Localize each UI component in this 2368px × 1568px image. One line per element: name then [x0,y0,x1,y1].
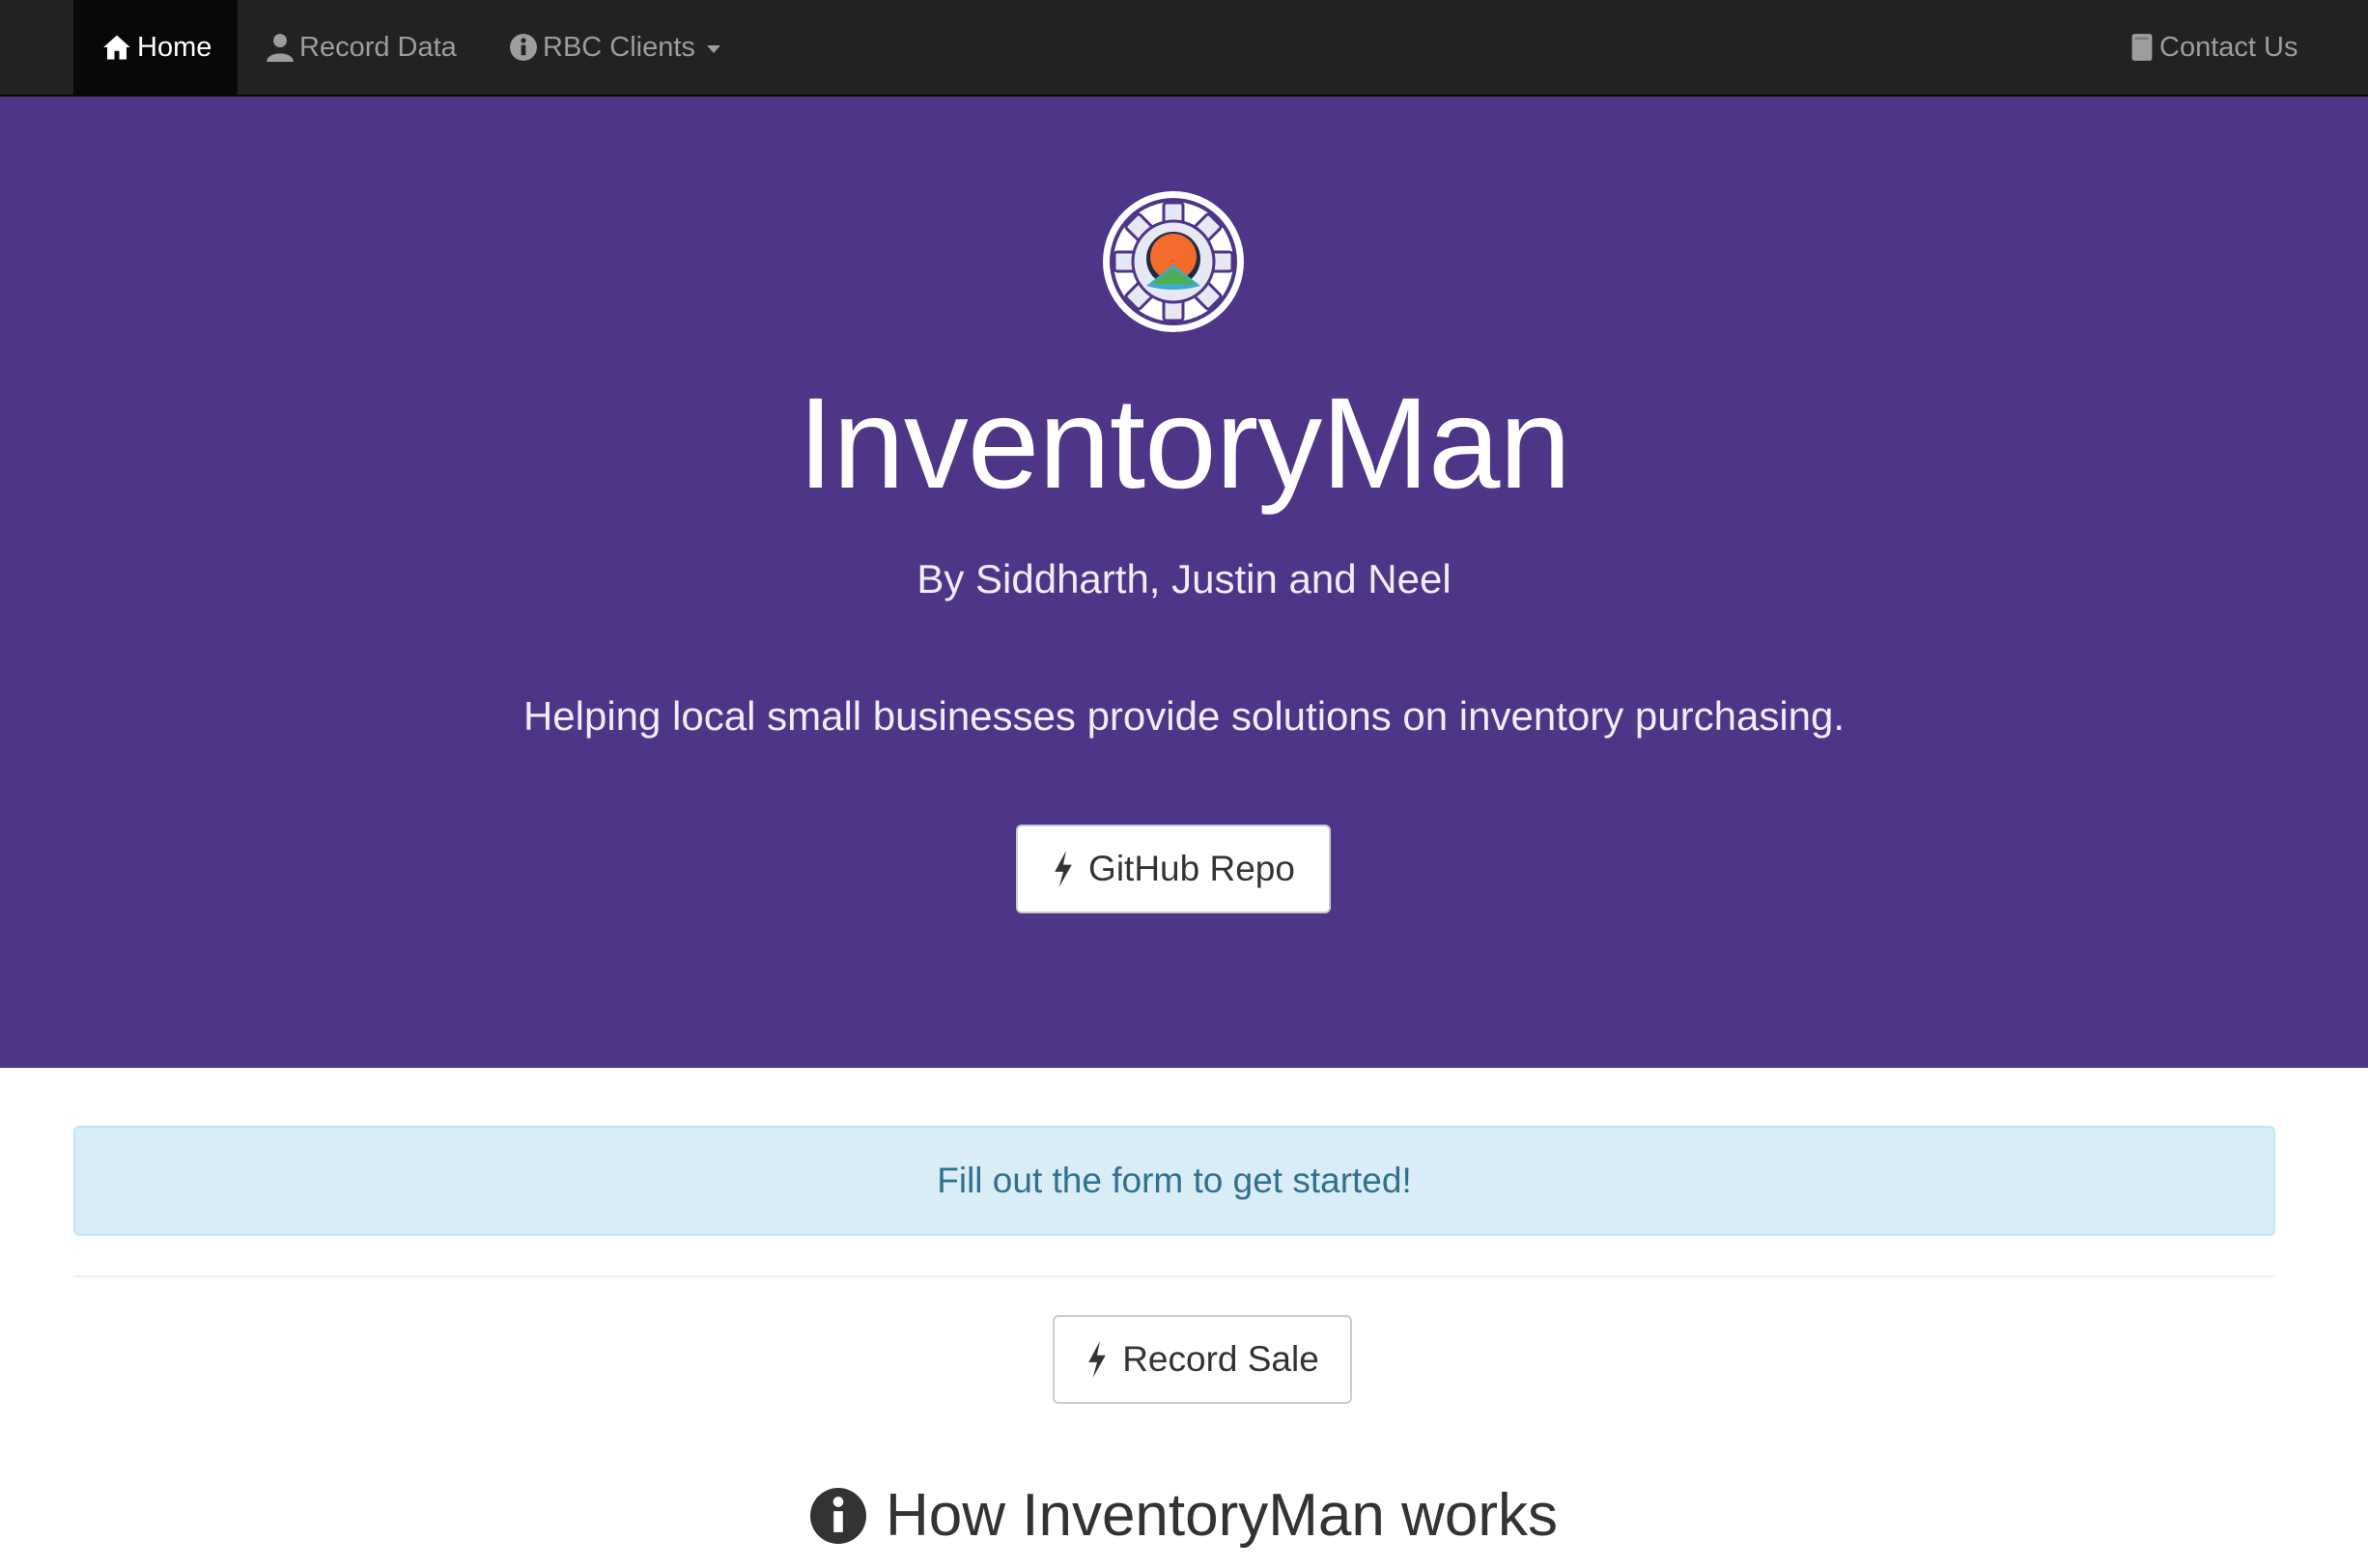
nav-rbc-clients-dropdown[interactable]: RBC Clients [510,0,720,95]
nav-record-data-label: Record Data [299,31,457,63]
flash-icon [1052,851,1075,887]
how-it-works-title: How InventoryMan works [885,1482,1559,1549]
nav-record-data-link[interactable]: Record Data [267,0,457,95]
info-alert: Fill out the form to get started! [73,1126,2275,1236]
user-icon [267,33,294,62]
info-circle-icon [809,1488,866,1544]
divider [73,1275,2275,1277]
book-icon [2130,33,2154,62]
chevron-down-icon [706,45,720,53]
nav-home-label: Home [137,31,212,63]
nav-rbc-clients-label: RBC Clients [543,31,695,63]
alert-text: Fill out the form to get started! [937,1161,1412,1200]
top-navbar: Home Record Data RBC Clients Contact Us [0,0,2368,97]
github-repo-button[interactable]: GitHub Repo [1016,825,1331,913]
flash-icon [1085,1341,1109,1378]
nav-home-link[interactable]: Home [73,0,238,95]
how-it-works-heading: How InventoryMan works [0,1477,2368,1554]
authors-subtitle: By Siddharth, Justin and Neel [916,556,1452,602]
home-icon [102,33,131,62]
info-icon [510,34,537,61]
nav-contact-us-label: Contact Us [2159,31,2298,63]
hero-banner: InventoryMan By Siddharth, Justin and Ne… [0,97,2368,1068]
github-repo-label: GitHub Repo [1088,849,1295,888]
record-sale-button[interactable]: Record Sale [1053,1315,1352,1404]
gear-logo-icon [1101,189,1246,334]
page-title: InventoryMan [798,372,1571,516]
tagline: Helping local small businesses provide s… [522,693,1846,739]
record-sale-label: Record Sale [1122,1339,1319,1379]
nav-contact-us-link[interactable]: Contact Us [2130,0,2298,95]
